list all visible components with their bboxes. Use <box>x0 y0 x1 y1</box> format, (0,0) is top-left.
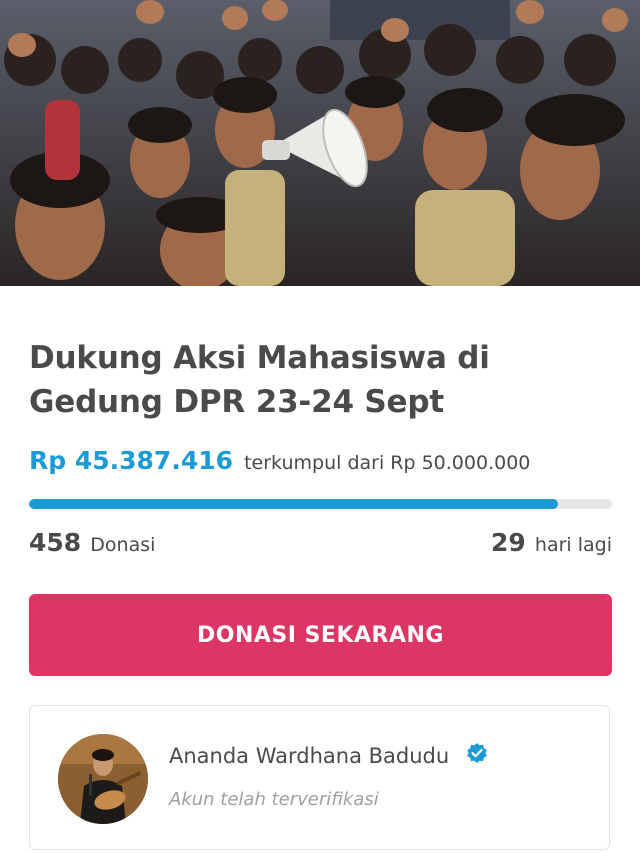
hero-image <box>0 0 640 286</box>
donate-now-button[interactable]: DONASI SEKARANG <box>29 594 612 676</box>
donations-stat: 458 Donasi <box>29 528 155 557</box>
donations-count: 458 <box>29 528 82 557</box>
funding-progress-fill <box>29 499 559 509</box>
amount-row: Rp 45.387.416 terkumpul dari Rp 50.000.0… <box>29 446 619 475</box>
organizer-avatar <box>58 734 148 824</box>
verified-check-icon <box>466 742 488 769</box>
hero-photo-illustration <box>0 0 640 286</box>
days-left-label: hari lagi <box>534 534 612 556</box>
avatar-photo-illustration <box>58 734 148 824</box>
organizer-name-row[interactable]: Ananda Wardhana Badudu <box>169 742 488 769</box>
organizer-card[interactable]: Ananda Wardhana Badudu Akun telah terver… <box>29 705 610 850</box>
donations-label: Donasi <box>90 534 156 556</box>
amount-raised: Rp 45.387.416 <box>29 446 234 475</box>
amount-target: terkumpul dari Rp 50.000.000 <box>244 452 531 474</box>
organizer-name[interactable]: Ananda Wardhana Badudu <box>169 744 449 768</box>
funding-progress-bar <box>29 499 612 509</box>
organizer-verified-status: Akun telah terverifikasi <box>169 789 379 810</box>
campaign-title: Dukung Aksi Mahasiswa di Gedung DPR 23-2… <box>29 340 490 420</box>
days-left-count: 29 <box>491 528 526 557</box>
days-left-stat: 29 hari lagi <box>491 528 612 557</box>
